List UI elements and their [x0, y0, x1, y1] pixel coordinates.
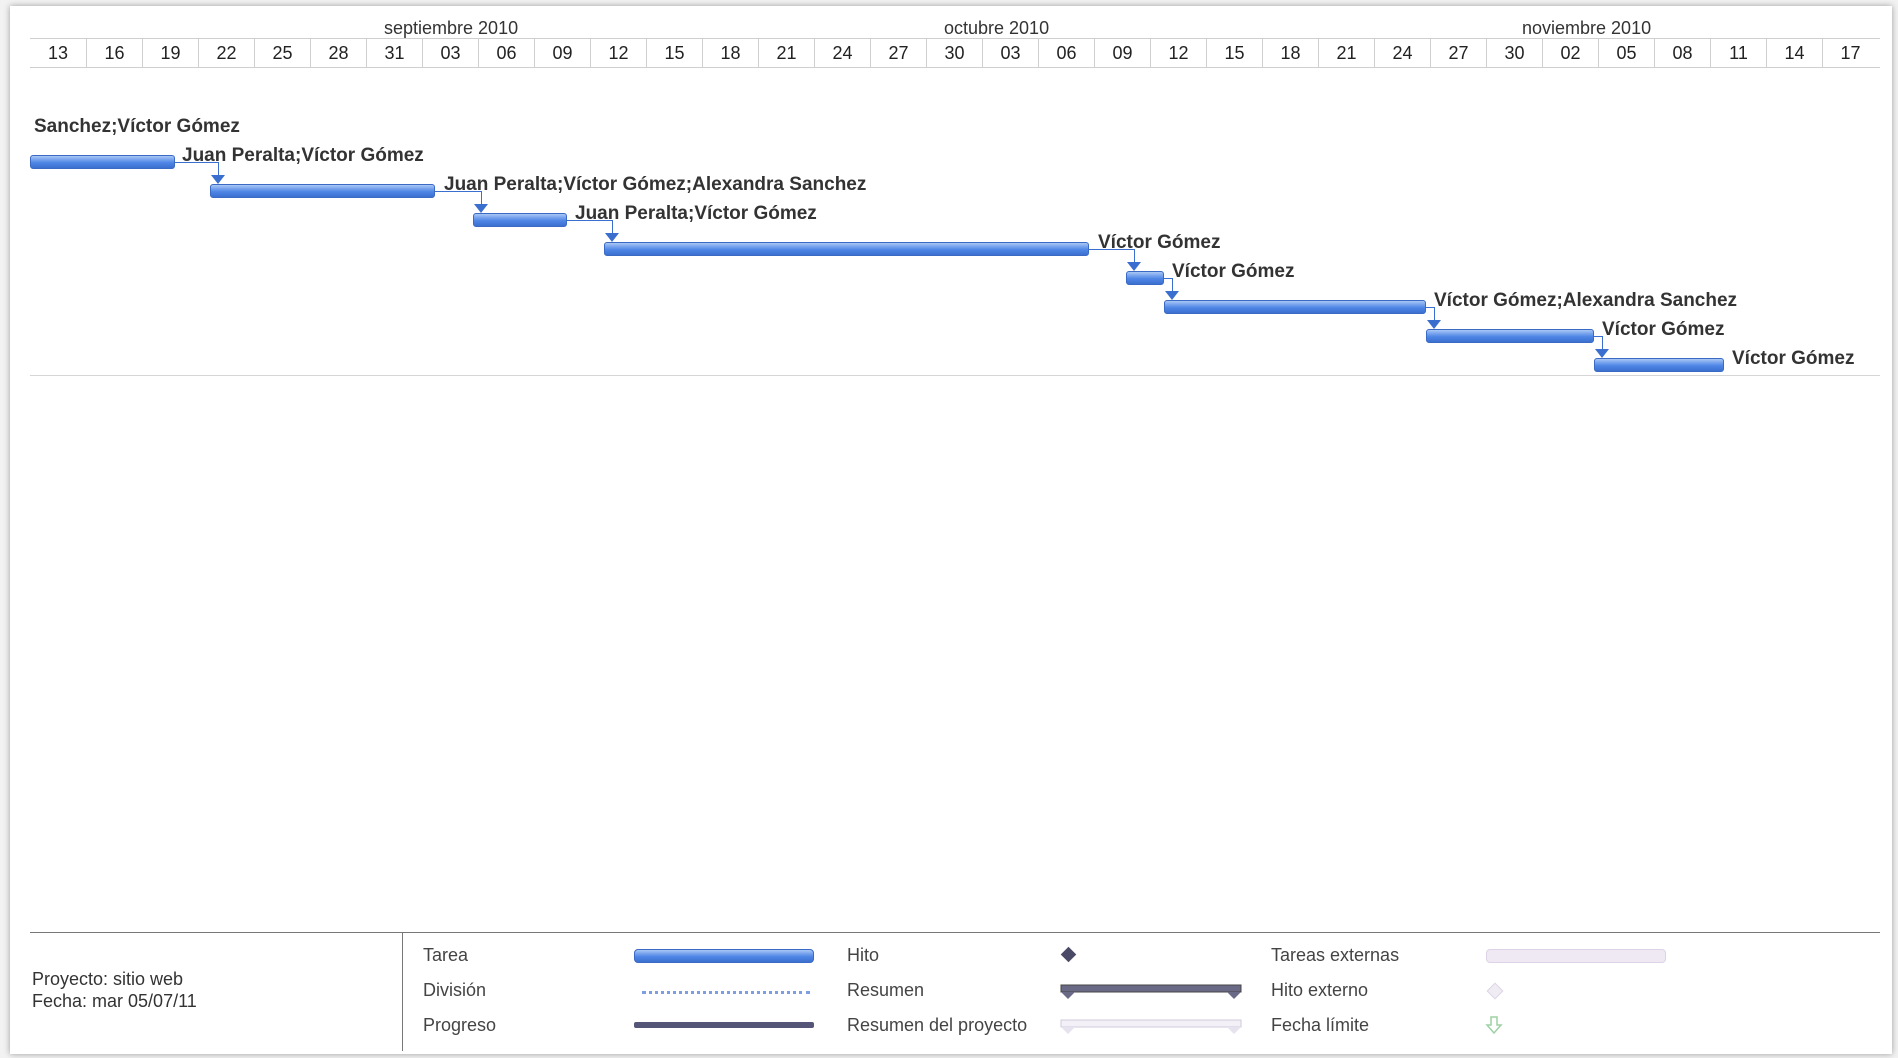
day-tick: 24 — [1374, 39, 1430, 67]
task-bar — [1594, 358, 1724, 372]
resource-label: Sanchez;Víctor Gómez — [34, 116, 240, 137]
deadline-arrow-icon — [1485, 1016, 1503, 1035]
day-tick: 19 — [142, 39, 198, 67]
dependency-line — [481, 191, 482, 205]
print-date: Fecha: mar 05/07/11 — [32, 991, 197, 1011]
legend-label-tarea: Tarea — [423, 945, 469, 965]
day-tick: 15 — [646, 39, 702, 67]
dependency-line — [1602, 336, 1603, 350]
day-tick: 18 — [1262, 39, 1318, 67]
legend-label-resumen: Resumen — [847, 980, 925, 1000]
day-tick: 22 — [198, 39, 254, 67]
dependency-line — [1172, 278, 1173, 292]
dependency-arrow-icon — [1427, 320, 1441, 329]
legend-project-summary-symbol — [1060, 1019, 1242, 1034]
legend-milestone-diamond-icon — [1060, 946, 1077, 963]
legend-panel: Proyecto: sitio web Fecha: mar 05/07/11 … — [30, 932, 1880, 1051]
day-timescale: 13 16 19 22 25 28 31 03 06 09 12 15 18 21 24 27 30 03 06 09… — [30, 38, 1880, 68]
resource-label: Víctor Gómez;Alexandra Sanchez — [1434, 290, 1738, 311]
dependency-line — [1134, 249, 1135, 263]
legend-summary-symbol — [1060, 984, 1242, 999]
dependency-arrow-icon — [1595, 349, 1609, 358]
month-label-september: septiembre 2010 — [384, 18, 519, 38]
day-tick: 25 — [254, 39, 310, 67]
legend-label-division: División — [423, 980, 487, 1000]
dependency-line — [175, 162, 218, 163]
day-tick: 27 — [870, 39, 926, 67]
task-bar — [30, 155, 175, 169]
dependency-line — [1089, 249, 1134, 250]
day-tick: 06 — [1038, 39, 1094, 67]
day-tick: 09 — [1094, 39, 1150, 67]
month-label-october: octubre 2010 — [944, 18, 1050, 38]
day-tick: 31 — [366, 39, 422, 67]
day-tick: 18 — [702, 39, 758, 67]
day-tick: 16 — [86, 39, 142, 67]
resource-label: Víctor Gómez — [1098, 232, 1221, 253]
task-bar — [1426, 329, 1594, 343]
legend-label-tareas-externas: Tareas externas — [1271, 945, 1400, 965]
resource-label: Víctor Gómez — [1172, 261, 1295, 282]
chart-separator-line — [30, 375, 1880, 376]
month-label-november: noviembre 2010 — [1522, 18, 1652, 38]
dependency-line — [1594, 336, 1602, 337]
legend-label-resumen-proyecto: Resumen del proyecto — [847, 1015, 1028, 1035]
day-tick: 21 — [758, 39, 814, 67]
task-bar — [1164, 300, 1426, 314]
task-bar — [473, 213, 567, 227]
legend-external-task-symbol — [1486, 949, 1666, 963]
dependency-line — [435, 191, 481, 192]
dependency-arrow-icon — [1165, 291, 1179, 300]
day-tick: 08 — [1654, 39, 1710, 67]
dependency-line — [218, 162, 219, 176]
legend-split-symbol — [642, 991, 810, 994]
project-name: Proyecto: sitio web — [32, 969, 184, 989]
day-tick: 12 — [590, 39, 646, 67]
dependency-arrow-icon — [211, 175, 225, 184]
day-tick: 24 — [814, 39, 870, 67]
day-tick: 12 — [1150, 39, 1206, 67]
task-bar — [1126, 271, 1164, 285]
day-tick: 17 — [1822, 39, 1878, 67]
gantt-sheet: septiembre 2010 octubre 2010 noviembre 2… — [10, 6, 1892, 1054]
dependency-line — [612, 220, 613, 234]
day-tick: 11 — [1710, 39, 1766, 67]
day-tick: 14 — [1766, 39, 1822, 67]
legend-label-fecha-limite: Fecha límite — [1271, 1015, 1370, 1035]
dependency-arrow-icon — [1127, 262, 1141, 271]
day-tick: 06 — [478, 39, 534, 67]
legend-progress-symbol — [634, 1022, 814, 1028]
dependency-line — [567, 220, 612, 221]
day-tick: 05 — [1598, 39, 1654, 67]
legend-label-hito: Hito — [847, 945, 880, 965]
day-tick: 30 — [1486, 39, 1542, 67]
dependency-arrow-icon — [605, 233, 619, 242]
day-tick: 13 — [47, 43, 69, 63]
resource-label: Víctor Gómez — [1602, 319, 1725, 340]
day-tick: 03 — [982, 39, 1038, 67]
day-tick: 27 — [1430, 39, 1486, 67]
dependency-line — [1434, 307, 1435, 321]
day-tick: 03 — [422, 39, 478, 67]
day-tick: 02 — [1542, 39, 1598, 67]
legend-divider — [402, 933, 403, 1051]
dependency-arrow-icon — [474, 204, 488, 213]
day-tick: 28 — [310, 39, 366, 67]
day-tick: 30 — [926, 39, 982, 67]
legend-label-hito-externo: Hito externo — [1271, 980, 1369, 1000]
day-tick: 15 — [1206, 39, 1262, 67]
task-bar — [604, 242, 1089, 256]
resource-label: Juan Peralta;Víctor Gómez;Alexandra Sanc… — [444, 174, 867, 195]
day-tick: 09 — [534, 39, 590, 67]
dependency-line — [1164, 278, 1172, 279]
task-bar — [210, 184, 435, 198]
resource-label: Víctor Gómez — [1732, 348, 1855, 369]
legend-external-milestone-icon — [1486, 982, 1504, 1000]
day-tick: 21 — [1318, 39, 1374, 67]
dependency-line — [1426, 307, 1434, 308]
legend-label-progreso: Progreso — [423, 1015, 497, 1035]
legend-task-bar-symbol — [634, 949, 814, 963]
